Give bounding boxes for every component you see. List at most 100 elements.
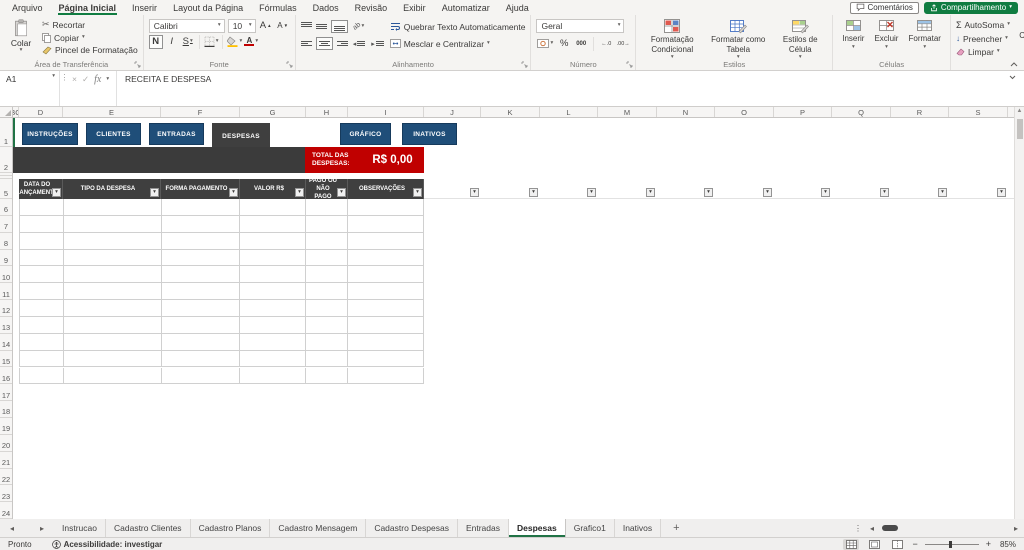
- filter-dropdown-icon[interactable]: ▾: [529, 188, 538, 197]
- row-header-5[interactable]: 5: [0, 179, 12, 199]
- table-cell[interactable]: [162, 199, 241, 216]
- page-layout-view-button[interactable]: [866, 539, 882, 550]
- table-row[interactable]: [19, 199, 424, 216]
- table-cell[interactable]: [348, 233, 424, 250]
- row-header-11[interactable]: 11: [0, 283, 12, 300]
- column-header-e[interactable]: E: [63, 107, 161, 117]
- vertical-scrollbar[interactable]: ▲: [1014, 107, 1024, 519]
- row-header-2[interactable]: 2: [0, 147, 12, 173]
- table-cell[interactable]: [306, 368, 348, 385]
- table-cell[interactable]: [348, 199, 424, 216]
- table-cell[interactable]: [162, 368, 241, 385]
- table-cell[interactable]: [240, 283, 306, 300]
- table-cell[interactable]: [162, 334, 241, 351]
- conditional-formatting-button[interactable]: Formatação Condicional ▾: [644, 18, 700, 58]
- dialog-launcher-icon[interactable]: [626, 61, 633, 68]
- font-size-combo[interactable]: 10▾: [228, 19, 256, 33]
- filter-dropdown-icon[interactable]: ▾: [646, 188, 655, 197]
- column-header-f[interactable]: F: [161, 107, 240, 117]
- table-cell[interactable]: [240, 334, 306, 351]
- filter-dropdown-icon[interactable]: ▾: [821, 188, 830, 197]
- table-cell[interactable]: [306, 334, 348, 351]
- table-cell[interactable]: [348, 300, 424, 317]
- row-header-13[interactable]: 13: [0, 317, 12, 334]
- table-cell[interactable]: [240, 300, 306, 317]
- delete-cells-button[interactable]: Excluir ▾: [872, 18, 900, 58]
- wrap-text-button[interactable]: Quebrar Texto Automaticamente: [390, 20, 526, 33]
- row-header-7[interactable]: 7: [0, 216, 12, 233]
- table-cell[interactable]: [162, 250, 241, 267]
- table-cell[interactable]: [240, 351, 306, 368]
- table-cell[interactable]: [240, 368, 306, 385]
- sheet-nav-button-grafico[interactable]: GRÁFICO: [340, 123, 391, 145]
- new-sheet-button[interactable]: +: [661, 519, 691, 537]
- align-center-button[interactable]: [316, 37, 333, 50]
- table-cell[interactable]: [64, 283, 162, 300]
- share-button[interactable]: Compartilhamento ▾: [924, 2, 1018, 14]
- column-header-m[interactable]: M: [598, 107, 657, 117]
- menu-tab-revisao[interactable]: Revisão: [347, 0, 396, 15]
- table-cell[interactable]: [306, 250, 348, 267]
- row-header-12[interactable]: 12: [0, 300, 12, 317]
- comma-style-button[interactable]: 000: [574, 37, 588, 51]
- table-cell[interactable]: [64, 266, 162, 283]
- table-cell[interactable]: [306, 199, 348, 216]
- table-cell[interactable]: [306, 233, 348, 250]
- fill-color-button[interactable]: ▾: [227, 35, 242, 49]
- column-header-h[interactable]: H: [306, 107, 348, 117]
- table-row[interactable]: [19, 250, 424, 267]
- table-cell[interactable]: [162, 351, 241, 368]
- table-cell[interactable]: [162, 283, 241, 300]
- filter-dropdown-icon[interactable]: ▾: [52, 188, 61, 197]
- filter-dropdown-icon[interactable]: ▾: [337, 188, 346, 197]
- filter-dropdown-icon[interactable]: ▾: [763, 188, 772, 197]
- table-cell[interactable]: [240, 216, 306, 233]
- decrease-decimal-button[interactable]: .00→: [616, 37, 630, 51]
- row-header-22[interactable]: 22: [0, 469, 12, 486]
- select-all-corner[interactable]: [0, 107, 13, 118]
- menu-tab-inserir[interactable]: Inserir: [124, 0, 165, 15]
- table-row[interactable]: [19, 300, 424, 317]
- table-row[interactable]: [19, 317, 424, 334]
- table-row[interactable]: [19, 216, 424, 233]
- formula-bar-splitter[interactable]: ⋮: [60, 71, 69, 106]
- hscroll-right-icon[interactable]: ▸: [1014, 524, 1018, 533]
- sheet-nav-button-instrucoes[interactable]: INSTRUÇÕES: [22, 123, 78, 145]
- sheet-next-icon[interactable]: ▸: [40, 524, 44, 533]
- filter-dropdown-icon[interactable]: ▾: [880, 188, 889, 197]
- column-header-d[interactable]: D: [19, 107, 63, 117]
- filter-dropdown-icon[interactable]: ▾: [704, 188, 713, 197]
- table-row[interactable]: [19, 334, 424, 351]
- column-header-r[interactable]: R: [891, 107, 949, 117]
- row-header-20[interactable]: 20: [0, 435, 12, 452]
- table-cell[interactable]: [240, 250, 306, 267]
- table-row[interactable]: [19, 233, 424, 250]
- table-cell[interactable]: [64, 250, 162, 267]
- align-bottom-button[interactable]: [331, 20, 348, 33]
- filter-dropdown-icon[interactable]: ▾: [997, 188, 1006, 197]
- sheet-canvas[interactable]: INSTRUÇÕESCLIENTESENTRADASDESPESASGRÁFIC…: [13, 118, 1014, 519]
- filter-dropdown-icon[interactable]: ▾: [229, 188, 238, 197]
- dialog-launcher-icon[interactable]: [286, 61, 293, 68]
- decrease-font-button[interactable]: A▼: [276, 19, 290, 33]
- table-cell[interactable]: [20, 216, 64, 233]
- format-painter-button[interactable]: Pincel de Formatação: [42, 44, 138, 56]
- column-header-p[interactable]: P: [774, 107, 832, 117]
- menu-tab-formulas[interactable]: Fórmulas: [251, 0, 305, 15]
- table-cell[interactable]: [162, 233, 241, 250]
- filter-dropdown-icon[interactable]: ▾: [413, 188, 422, 197]
- sheet-tab-cadastro-planos[interactable]: Cadastro Planos: [191, 519, 271, 537]
- horizontal-scroll-thumb[interactable]: [882, 525, 898, 531]
- table-cell[interactable]: [64, 334, 162, 351]
- table-cell[interactable]: [64, 199, 162, 216]
- tab-options-icon[interactable]: ⋮: [854, 524, 862, 533]
- accessibility-status[interactable]: Acessibilidade: investigar: [52, 540, 163, 549]
- cancel-icon[interactable]: ×: [72, 74, 77, 84]
- enter-icon[interactable]: ✓: [82, 74, 89, 85]
- sheet-tab-cadastro-clientes[interactable]: Cadastro Clientes: [106, 519, 191, 537]
- table-cell[interactable]: [20, 233, 64, 250]
- column-header-j[interactable]: J: [424, 107, 481, 117]
- orientation-button[interactable]: ab▾: [352, 23, 366, 30]
- column-header-l[interactable]: L: [540, 107, 598, 117]
- column-header-o[interactable]: O: [715, 107, 774, 117]
